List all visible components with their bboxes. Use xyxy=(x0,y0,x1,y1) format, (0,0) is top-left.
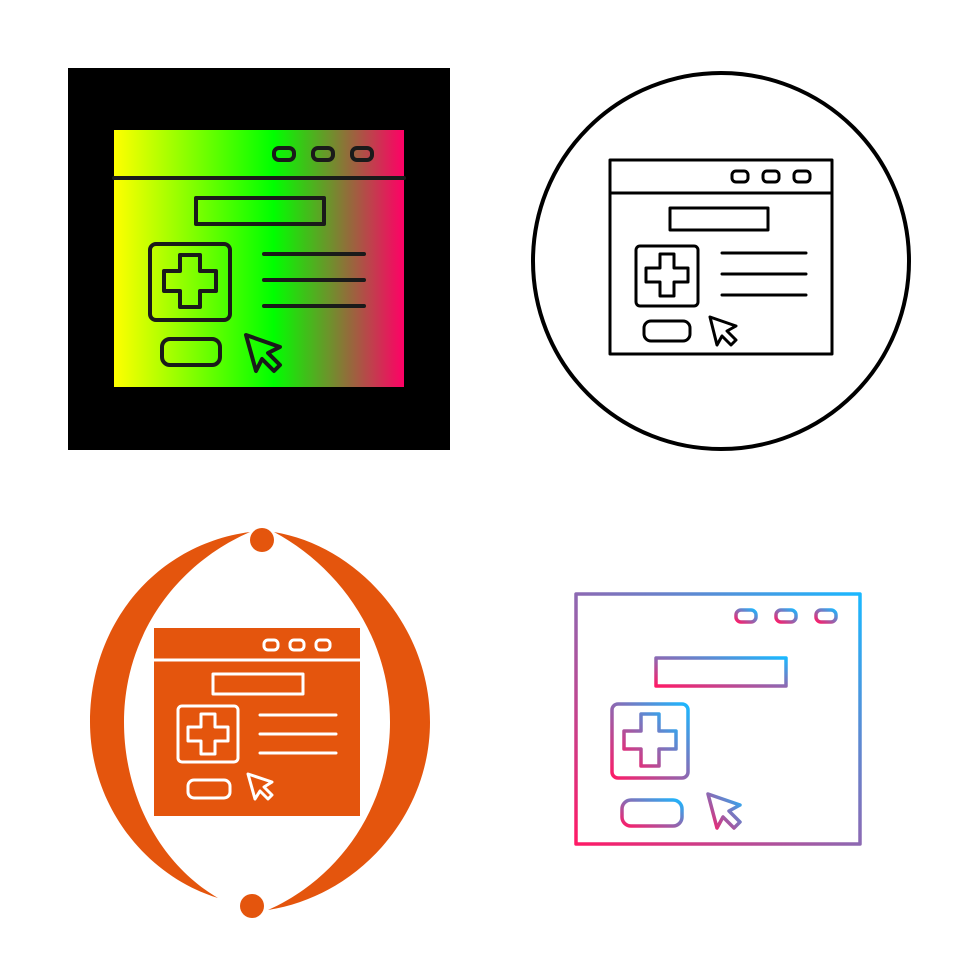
browser-window xyxy=(114,130,404,387)
medical-website-solid-orange-icon xyxy=(68,526,450,918)
medical-website-gradient-line-icon xyxy=(570,590,866,848)
cursor-arrow-icon xyxy=(706,792,742,830)
browser-window xyxy=(574,592,862,846)
icon-set-canvas xyxy=(0,0,980,980)
medical-cross-icon xyxy=(622,712,678,768)
outline-circle xyxy=(531,71,911,451)
search-bar xyxy=(654,656,788,688)
medical-website-gradient-glyph-icon xyxy=(68,68,450,450)
browser-window-icon xyxy=(152,628,362,816)
medical-website-outline-circle-icon xyxy=(530,70,912,452)
window-button-1 xyxy=(734,608,758,624)
browser-window-icon xyxy=(112,130,406,387)
action-pill xyxy=(620,798,684,828)
browser-window xyxy=(154,628,360,816)
browser-window-icon xyxy=(574,592,862,846)
window-button-3 xyxy=(814,608,838,624)
window-button-2 xyxy=(774,608,798,624)
